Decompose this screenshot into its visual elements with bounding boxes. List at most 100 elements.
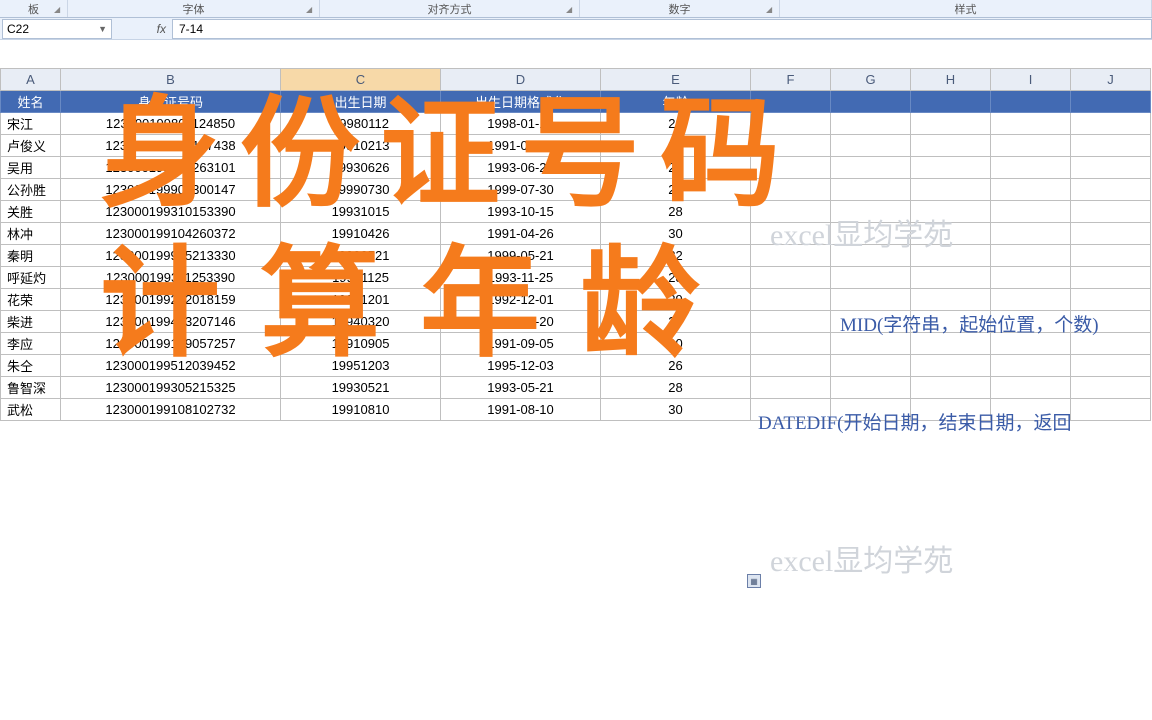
empty-cell[interactable] — [751, 157, 831, 179]
empty-cell[interactable] — [751, 289, 831, 311]
cell-name[interactable]: 公孙胜 — [1, 179, 61, 201]
cell-birthFmt[interactable]: 1995-12-03 — [441, 355, 601, 377]
table-row[interactable]: 鲁智深123000199305215325199305211993-05-212… — [1, 377, 1151, 399]
table-row[interactable]: 朱仝123000199512039452199512031995-12-0326 — [1, 355, 1151, 377]
col-head-E[interactable]: E — [601, 69, 751, 91]
empty-cell[interactable] — [831, 135, 911, 157]
fx-icon[interactable]: fx — [112, 22, 172, 36]
table-header-row[interactable]: 姓名 身份证号码 出生日期 出生日期格式化 年龄 — [1, 91, 1151, 113]
table-row[interactable]: 武松123000199108102732199108101991-08-1030 — [1, 399, 1151, 421]
table-row[interactable]: 花荣123000199212018159199212011992-12-0129 — [1, 289, 1151, 311]
table-row[interactable]: 秦明123000199905213330199905211999-05-2122 — [1, 245, 1151, 267]
col-head-B[interactable]: B — [61, 69, 281, 91]
cell-birthFmt[interactable]: 1991-08-10 — [441, 399, 601, 421]
cell-age[interactable]: 28 — [601, 267, 751, 289]
empty-cell[interactable] — [831, 179, 911, 201]
empty-cell[interactable] — [751, 333, 831, 355]
empty-cell[interactable] — [751, 113, 831, 135]
empty-cell[interactable] — [991, 135, 1071, 157]
empty-cell[interactable] — [751, 245, 831, 267]
dialog-launcher-icon[interactable]: ◢ — [766, 5, 776, 15]
cell-birth[interactable]: 19990521 — [281, 245, 441, 267]
cell-name[interactable]: 吴用 — [1, 157, 61, 179]
cell-birthFmt[interactable]: 1998-01-12 — [441, 113, 601, 135]
cell-name[interactable]: 柴进 — [1, 311, 61, 333]
hdr-name[interactable]: 姓名 — [1, 91, 61, 113]
empty-cell[interactable] — [1071, 179, 1151, 201]
cell-name[interactable]: 呼延灼 — [1, 267, 61, 289]
cell-name[interactable]: 花荣 — [1, 289, 61, 311]
empty-cell[interactable] — [831, 113, 911, 135]
empty-cell[interactable] — [911, 135, 991, 157]
cell-birth[interactable]: 19910905 — [281, 333, 441, 355]
empty-cell[interactable] — [991, 91, 1071, 113]
table-row[interactable]: 关胜123000199310153390199310151993-10-1528 — [1, 201, 1151, 223]
cell-birth[interactable]: 19910213 — [281, 135, 441, 157]
empty-cell[interactable] — [911, 179, 991, 201]
empty-cell[interactable] — [1071, 267, 1151, 289]
cell-id[interactable]: 123000199310153390 — [61, 201, 281, 223]
empty-cell[interactable] — [991, 399, 1071, 421]
empty-cell[interactable] — [1071, 245, 1151, 267]
cell-name[interactable]: 李应 — [1, 333, 61, 355]
empty-cell[interactable] — [831, 289, 911, 311]
col-head-G[interactable]: G — [831, 69, 911, 91]
cell-id[interactable]: 123000199907300147 — [61, 179, 281, 201]
cell-age[interactable]: 23 — [601, 113, 751, 135]
empty-cell[interactable] — [991, 355, 1071, 377]
empty-cell[interactable] — [1071, 355, 1151, 377]
col-head-I[interactable]: I — [991, 69, 1071, 91]
empty-cell[interactable] — [1071, 399, 1151, 421]
empty-cell[interactable] — [911, 399, 991, 421]
cell-age[interactable]: 28 — [601, 201, 751, 223]
table-row[interactable]: 卢俊义123000199102137438199102131991-02-133… — [1, 135, 1151, 157]
empty-cell[interactable] — [911, 289, 991, 311]
cell-id[interactable]: 123000199108102732 — [61, 399, 281, 421]
empty-cell[interactable] — [911, 267, 991, 289]
cell-name[interactable]: 秦明 — [1, 245, 61, 267]
cell-id[interactable]: 123000199104260372 — [61, 223, 281, 245]
empty-cell[interactable] — [991, 289, 1071, 311]
empty-cell[interactable] — [911, 245, 991, 267]
chevron-down-icon[interactable]: ▼ — [98, 24, 107, 34]
cell-age[interactable]: 28 — [601, 157, 751, 179]
cell-birth[interactable]: 19990730 — [281, 179, 441, 201]
empty-cell[interactable] — [911, 157, 991, 179]
empty-cell[interactable] — [751, 399, 831, 421]
cell-birth[interactable]: 19910426 — [281, 223, 441, 245]
empty-cell[interactable] — [911, 223, 991, 245]
hdr-birth[interactable]: 出生日期 — [281, 91, 441, 113]
cell-name[interactable]: 关胜 — [1, 201, 61, 223]
dialog-launcher-icon[interactable]: ◢ — [54, 5, 64, 15]
dialog-launcher-icon[interactable]: ◢ — [306, 5, 316, 15]
cell-birthFmt[interactable]: 1991-04-26 — [441, 223, 601, 245]
hdr-id[interactable]: 身份证号码 — [61, 91, 281, 113]
cell-age[interactable]: 28 — [601, 377, 751, 399]
empty-cell[interactable] — [911, 355, 991, 377]
cell-birth[interactable]: 19931015 — [281, 201, 441, 223]
empty-cell[interactable] — [751, 91, 831, 113]
cell-age[interactable]: 30 — [601, 135, 751, 157]
empty-cell[interactable] — [1071, 135, 1151, 157]
empty-cell[interactable] — [1071, 333, 1151, 355]
cell-id[interactable]: 123000199305215325 — [61, 377, 281, 399]
hdr-birthfmt[interactable]: 出生日期格式化 — [441, 91, 601, 113]
empty-cell[interactable] — [991, 377, 1071, 399]
cell-birthFmt[interactable]: 1993-10-15 — [441, 201, 601, 223]
cell-birthFmt[interactable]: 1993-11-25 — [441, 267, 601, 289]
empty-cell[interactable] — [831, 245, 911, 267]
empty-cell[interactable] — [1071, 289, 1151, 311]
cell-age[interactable]: 22 — [601, 245, 751, 267]
autofill-options-icon[interactable]: ▦ — [747, 574, 761, 588]
cell-birthFmt[interactable]: 1991-02-13 — [441, 135, 601, 157]
empty-cell[interactable] — [751, 179, 831, 201]
cell-age[interactable]: 29 — [601, 289, 751, 311]
cell-birthFmt[interactable]: 1992-12-01 — [441, 289, 601, 311]
cell-id[interactable]: 123000199212018159 — [61, 289, 281, 311]
empty-cell[interactable] — [991, 157, 1071, 179]
cell-id[interactable]: 123000199403207146 — [61, 311, 281, 333]
table-row[interactable]: 呼延灼123000199311253390199311251993-11-252… — [1, 267, 1151, 289]
empty-cell[interactable] — [831, 311, 911, 333]
formula-bar[interactable]: 7-14 — [172, 19, 1152, 39]
empty-cell[interactable] — [991, 333, 1071, 355]
